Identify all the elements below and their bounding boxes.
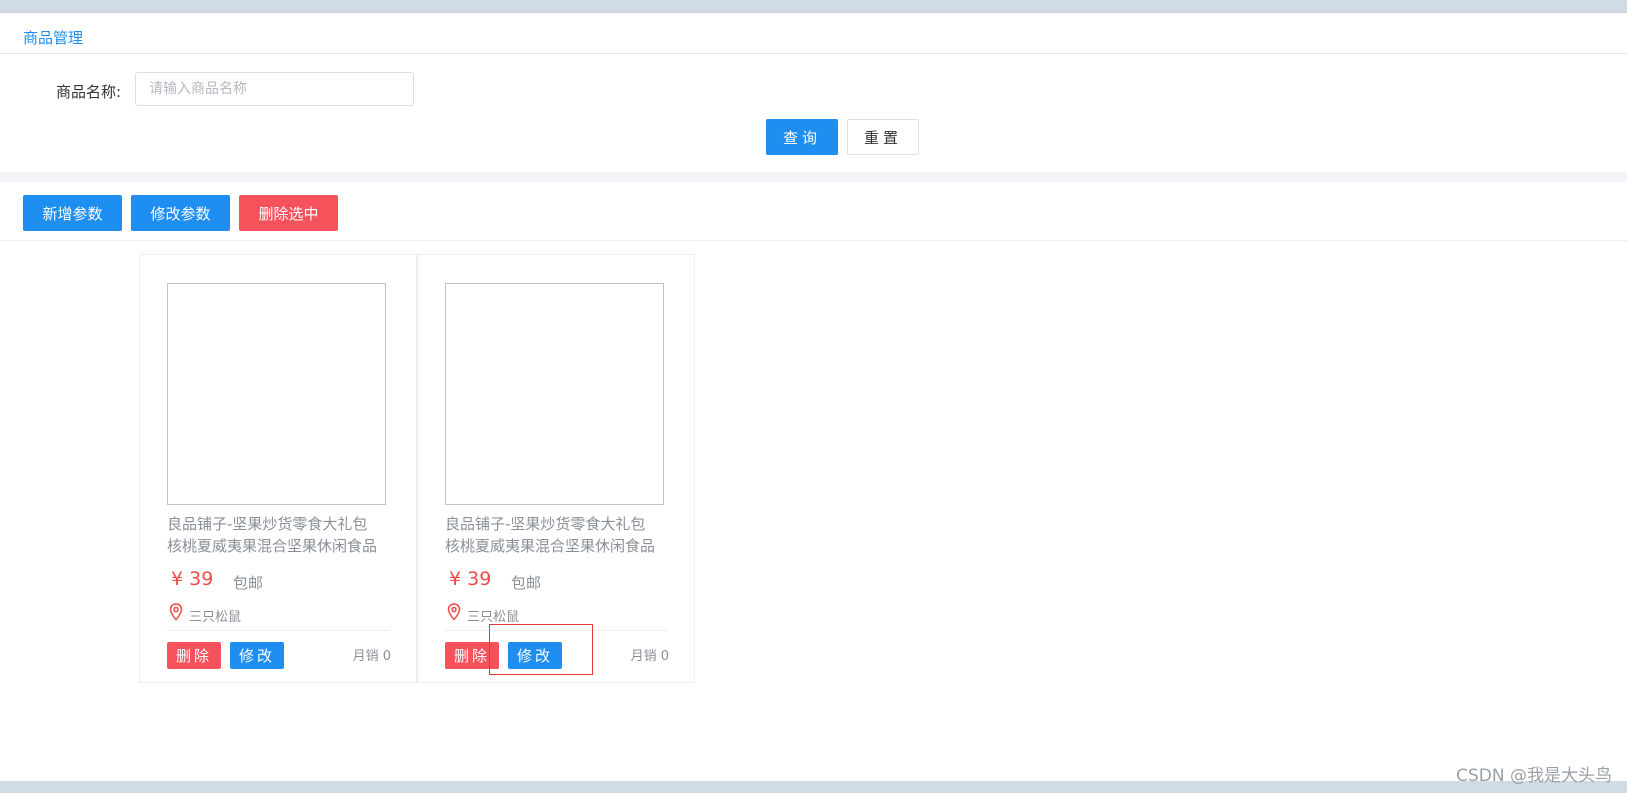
add-param-button[interactable]: 新增参数 xyxy=(23,195,122,231)
section-separator xyxy=(0,172,1627,182)
delete-selected-button[interactable]: 删除选中 xyxy=(239,195,338,231)
query-button[interactable]: 查询 xyxy=(766,119,838,155)
product-title[interactable]: 良品铺子-坚果炒货零食大礼包 核桃夏威夷果混合坚果休闲食品 xyxy=(167,513,392,557)
edit-param-button[interactable]: 修改参数 xyxy=(131,195,230,231)
product-title-line1: 良品铺子-坚果炒货零食大礼包 xyxy=(445,515,646,533)
product-image[interactable] xyxy=(167,283,386,505)
bottom-frame-bar xyxy=(0,781,1627,793)
tab-product-management[interactable]: 商品管理 xyxy=(23,27,83,48)
product-title-line2: 核桃夏威夷果混合坚果休闲食品 xyxy=(445,537,656,555)
shipping-badge: 包邮 xyxy=(511,574,542,592)
annotation-highlight-box xyxy=(489,624,593,675)
product-card: 良品铺子-坚果炒货零食大礼包 核桃夏威夷果混合坚果休闲食品 ¥ 39 包邮 三只… xyxy=(139,254,417,683)
product-price: ¥ 39 xyxy=(449,568,492,590)
tab-bar: 商品管理 xyxy=(0,13,1627,54)
shipping-badge: 包邮 xyxy=(233,574,264,592)
delete-product-button[interactable]: 删除 xyxy=(167,642,221,669)
product-name-input[interactable] xyxy=(135,72,414,106)
monthly-sales: 月销 0 xyxy=(630,649,669,664)
store-name: 三只松鼠 xyxy=(467,610,520,625)
product-title-line2: 核桃夏威夷果混合坚果休闲食品 xyxy=(167,537,378,555)
top-frame-bar xyxy=(0,0,1627,12)
store-name: 三只松鼠 xyxy=(189,610,242,625)
edit-product-button[interactable]: 修改 xyxy=(230,642,284,669)
toolbar-divider xyxy=(0,240,1627,241)
location-pin-icon xyxy=(447,603,461,621)
product-title[interactable]: 良品铺子-坚果炒货零食大礼包 核桃夏威夷果混合坚果休闲食品 xyxy=(445,513,670,557)
reset-button[interactable]: 重置 xyxy=(847,119,919,155)
location-pin-icon xyxy=(169,603,183,621)
product-price: ¥ 39 xyxy=(171,568,214,590)
card-divider xyxy=(167,630,390,631)
watermark: CSDN @我是大头鸟 xyxy=(1456,766,1612,786)
product-title-line1: 良品铺子-坚果炒货零食大礼包 xyxy=(167,515,368,533)
product-name-label: 商品名称: xyxy=(56,83,122,101)
product-card: 良品铺子-坚果炒货零食大礼包 核桃夏威夷果混合坚果休闲食品 ¥ 39 包邮 三只… xyxy=(417,254,695,683)
monthly-sales: 月销 0 xyxy=(352,649,391,664)
product-image[interactable] xyxy=(445,283,664,505)
